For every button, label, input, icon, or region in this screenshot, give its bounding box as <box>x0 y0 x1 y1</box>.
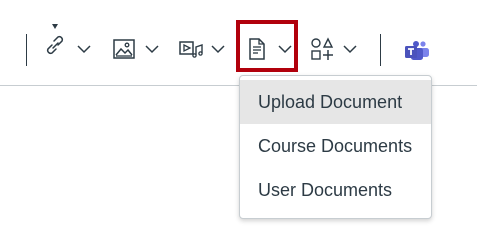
media-button[interactable] <box>178 34 228 66</box>
image-icon <box>113 39 135 59</box>
image-button[interactable] <box>112 34 162 66</box>
media-icon <box>179 41 203 58</box>
document-button-highlight <box>236 20 298 72</box>
teams-button[interactable] <box>403 34 433 66</box>
menu-item-label: Course Documents <box>258 136 413 156</box>
menu-item-label: User Documents <box>258 180 393 200</box>
toolbar-divider <box>380 34 381 66</box>
image-chevron-down-icon[interactable] <box>145 45 159 54</box>
menu-item-user-documents[interactable]: User Documents <box>240 168 431 212</box>
apps-icon <box>311 37 334 60</box>
menu-item-course-documents[interactable]: Course Documents <box>240 124 431 168</box>
link-button[interactable] <box>44 24 94 66</box>
menu-item-upload-document[interactable]: Upload Document <box>240 80 431 124</box>
teams-icon <box>405 41 429 60</box>
media-chevron-down-icon[interactable] <box>211 45 225 54</box>
toolbar-divider <box>26 34 27 66</box>
editor-toolbar <box>0 0 477 86</box>
link-icon <box>46 24 64 55</box>
apps-chevron-down-icon[interactable] <box>343 45 357 54</box>
menu-item-label: Upload Document <box>258 92 403 112</box>
link-chevron-down-icon[interactable] <box>77 45 91 54</box>
document-dropdown-menu: Upload Document Course Documents User Do… <box>239 75 432 219</box>
apps-button[interactable] <box>310 34 360 66</box>
